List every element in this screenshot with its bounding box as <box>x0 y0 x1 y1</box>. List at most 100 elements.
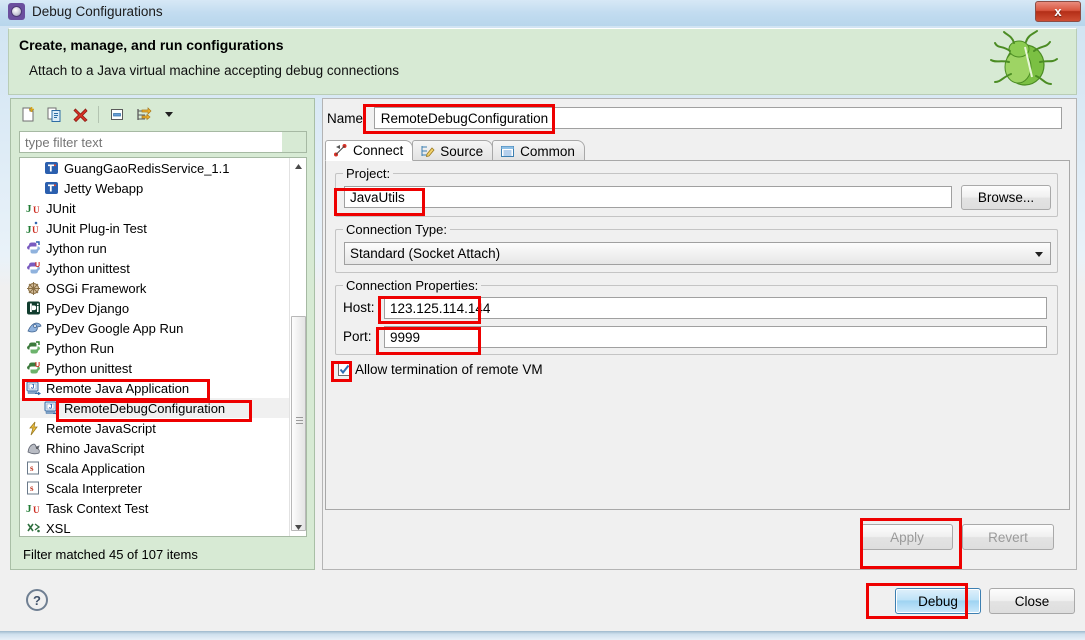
configurations-tree[interactable]: GuangGaoRedisService_1.1 Jetty Webapp J U JU… <box>19 157 307 537</box>
tree-item-pydev-google-app-run[interactable]: PyDev Google App Run <box>20 318 290 338</box>
remote-java-icon: J <box>43 400 60 416</box>
svg-text:U: U <box>33 205 40 215</box>
tab-source[interactable]: Source <box>412 140 494 161</box>
tree-item-rhino-javascript[interactable]: Rhino JavaScript <box>20 438 290 458</box>
project-group-label: Project: <box>343 166 394 181</box>
tree-item-label: Jython unittest <box>46 260 130 276</box>
header-subtitle: Attach to a Java virtual machine accepti… <box>29 63 399 78</box>
window-status-line <box>0 631 1085 640</box>
title-bar: Debug Configurations x <box>0 0 1085 26</box>
debug-configurations-dialog: Debug Configurations x Create, manage, a… <box>0 0 1085 640</box>
scroll-up-arrow-icon[interactable] <box>290 158 306 175</box>
checkmark-icon <box>339 364 350 375</box>
common-icon <box>501 145 515 157</box>
svg-text:U: U <box>35 362 40 369</box>
connect-icon <box>334 144 347 157</box>
apply-button[interactable]: Apply <box>861 524 953 550</box>
name-input[interactable] <box>373 107 1062 129</box>
collapse-all-icon[interactable] <box>105 103 129 125</box>
duplicate-configuration-icon[interactable] <box>42 103 66 125</box>
jython-unittest-icon: U <box>25 260 42 276</box>
tree-item-task-context-test[interactable]: J U Task Context Test <box>20 498 290 518</box>
tree-item-label: PyDev Google App Run <box>46 320 184 336</box>
configuration-name-row: Name: <box>325 105 1070 131</box>
django-icon <box>25 300 42 316</box>
source-icon <box>421 145 435 157</box>
toolbar-separator <box>98 105 99 123</box>
allow-termination-checkbox[interactable] <box>338 363 351 376</box>
revert-button[interactable]: Revert <box>962 524 1054 550</box>
svg-text:U: U <box>32 225 39 235</box>
allow-termination-label: Allow termination of remote VM <box>355 362 543 377</box>
scroll-down-arrow-icon[interactable] <box>290 519 306 536</box>
tree-item-junit[interactable]: J U JUnit <box>20 198 290 218</box>
filter-status-text: Filter matched 45 of 107 items <box>23 546 198 562</box>
svg-text:U: U <box>33 505 40 515</box>
configurations-toolbar <box>13 101 314 127</box>
tree-item-remote-java-application[interactable]: J Remote Java Application <box>20 378 290 398</box>
tree-item-scala-interpreter[interactable]: s Scala Interpreter <box>20 478 290 498</box>
tab-connect-label: Connect <box>353 143 404 158</box>
project-input[interactable] <box>344 186 952 208</box>
close-window-button[interactable]: x <box>1035 1 1081 22</box>
filter-text-box[interactable] <box>19 131 307 153</box>
tree-item-remotedebugconfiguration[interactable]: J RemoteDebugConfiguration <box>20 398 290 418</box>
tree-item-python-run[interactable]: Python Run <box>20 338 290 358</box>
tree-item-label: Scala Interpreter <box>46 480 143 496</box>
tree-item-python-unittest[interactable]: U Python unittest <box>20 358 290 378</box>
tree-item-jetty-webapp[interactable]: Jetty Webapp <box>20 178 290 198</box>
tree-item-label: JUnit Plug-in Test <box>46 220 147 236</box>
debug-button[interactable]: Debug <box>895 588 981 614</box>
svg-text:s: s <box>30 483 34 493</box>
python-unittest-icon: U <box>25 360 42 376</box>
scala-icon: s <box>25 460 42 476</box>
svg-text:J: J <box>31 384 34 390</box>
tree-item-xsl[interactable]: XSL <box>20 518 290 536</box>
filter-input[interactable] <box>20 133 282 151</box>
tree-scrollbar-thumb[interactable] <box>291 316 306 531</box>
svg-text:J: J <box>49 404 52 410</box>
dialog-header: Create, manage, and run configurations A… <box>8 28 1077 95</box>
tree-scrollbar[interactable] <box>289 158 306 536</box>
tree-item-label: Scala Application <box>46 460 146 476</box>
svg-text:U: U <box>35 262 40 269</box>
remote-javascript-icon <box>25 420 42 436</box>
tree-item-guanggaoredisservice-1-1[interactable]: GuangGaoRedisService_1.1 <box>20 158 290 178</box>
osgi-icon <box>25 280 42 296</box>
close-button[interactable]: Close <box>989 588 1075 614</box>
help-button[interactable]: ? <box>26 589 48 611</box>
tree-item-label: Python Run <box>46 340 114 356</box>
svg-text:J: J <box>26 203 32 215</box>
connection-type-select[interactable]: Standard (Socket Attach) <box>344 242 1051 265</box>
tree-item-osgi-framework[interactable]: OSGi Framework <box>20 278 290 298</box>
project-group: Project: Browse... <box>335 166 1058 217</box>
configuration-tabs: Connect Source Common <box>325 139 585 161</box>
tab-common[interactable]: Common <box>492 140 585 161</box>
tree-item-jython-run[interactable]: Jython run <box>20 238 290 258</box>
junit-plugin-icon: JU <box>25 220 42 236</box>
filter-clear-icon[interactable] <box>282 132 306 152</box>
host-label: Host: <box>343 300 375 315</box>
browse-button[interactable]: Browse... <box>961 185 1051 210</box>
host-input[interactable] <box>384 297 1047 319</box>
delete-configuration-icon[interactable] <box>68 103 92 125</box>
jetty-config-icon <box>43 160 60 176</box>
name-label: Name: <box>327 110 367 126</box>
allow-termination-row: Allow termination of remote VM <box>338 362 543 377</box>
chevron-down-icon[interactable] <box>157 103 181 125</box>
configuration-editor-panel: Name: Connect Source <box>322 98 1077 570</box>
tree-item-jython-unittest[interactable]: U Jython unittest <box>20 258 290 278</box>
tree-item-pydev-django[interactable]: PyDev Django <box>20 298 290 318</box>
tree-item-junit-plug-in-test[interactable]: J U JUnit Plug-in Test <box>20 218 290 238</box>
tab-connect[interactable]: Connect <box>325 140 414 161</box>
port-input[interactable] <box>384 326 1047 348</box>
tree-item-label: Task Context Test <box>46 500 149 516</box>
filter-launch-configurations-icon[interactable] <box>131 103 155 125</box>
configurations-panel: GuangGaoRedisService_1.1Jetty WebappJUJU… <box>10 98 315 570</box>
green-bug-icon <box>990 30 1058 86</box>
scala-icon: s <box>25 480 42 496</box>
svg-text:J: J <box>26 503 32 515</box>
tree-item-scala-application[interactable]: s Scala Application <box>20 458 290 478</box>
new-configuration-icon[interactable] <box>16 103 40 125</box>
tree-item-remote-javascript[interactable]: Remote JavaScript <box>20 418 290 438</box>
